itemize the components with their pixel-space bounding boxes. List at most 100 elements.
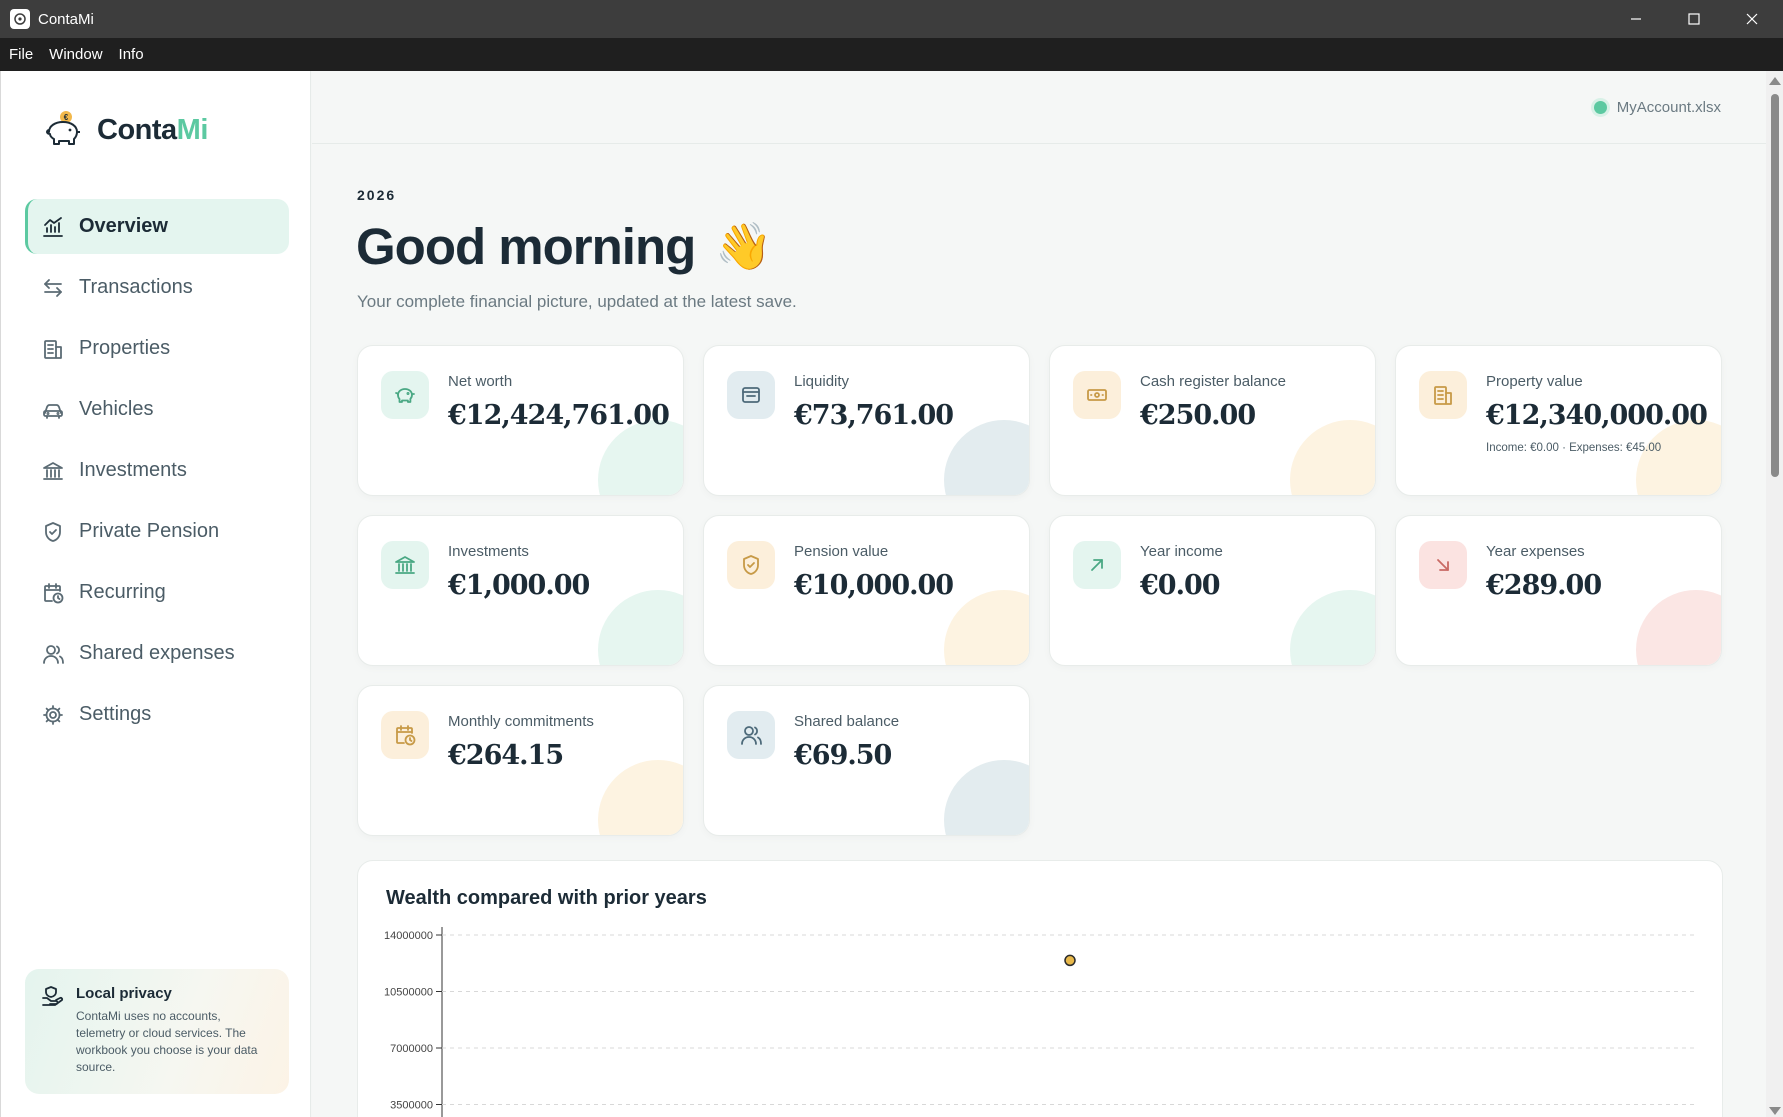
card-decoration <box>598 420 683 495</box>
sidebar-item-private-pension[interactable]: Private Pension <box>25 504 289 559</box>
cash-icon <box>1073 371 1121 419</box>
card-liquidity[interactable]: Liquidity €73,761.00 <box>703 345 1030 496</box>
shield-icon <box>41 520 65 544</box>
wallet-icon <box>727 371 775 419</box>
shield-check-icon <box>727 541 775 589</box>
brand-logo[interactable]: € ContaMi <box>41 108 208 152</box>
sidebar-item-overview[interactable]: Overview <box>25 199 289 254</box>
sidebar-item-label: Properties <box>79 337 171 359</box>
card-label: Year income <box>1140 543 1223 560</box>
sidebar-item-label: Transactions <box>79 276 193 298</box>
card-decoration <box>1290 590 1375 665</box>
title-bar: ContaMi <box>0 0 1783 38</box>
card-value: €12,424,761.00 <box>448 400 670 431</box>
greeting-text: Good morning <box>356 218 696 275</box>
piggy-bank-icon <box>381 371 429 419</box>
card-value: €1,000.00 <box>448 570 590 601</box>
card-shared-balance[interactable]: Shared balance €69.50 <box>703 685 1030 836</box>
sidebar-item-label: Investments <box>79 459 187 481</box>
brand-name: ContaMi <box>97 113 208 146</box>
card-value: €0.00 <box>1140 570 1221 601</box>
card-label: Year expenses <box>1486 543 1585 560</box>
close-icon <box>1746 13 1758 25</box>
building-icon <box>41 337 65 361</box>
file-indicator[interactable]: MyAccount.xlsx <box>1593 99 1721 116</box>
card-label: Shared balance <box>794 713 900 730</box>
minimize-icon <box>1631 18 1641 20</box>
scroll-thumb[interactable] <box>1771 94 1779 477</box>
file-name: MyAccount.xlsx <box>1616 99 1721 116</box>
calendar-clock-icon <box>381 711 429 759</box>
close-button[interactable] <box>1723 0 1781 38</box>
card-decoration <box>1636 420 1721 495</box>
sidebar-item-label: Private Pension <box>79 520 220 542</box>
page-title: Good morning 👋 <box>356 217 773 276</box>
card-label: Monthly commitments <box>448 713 594 730</box>
card-decoration <box>598 760 683 835</box>
card-investments[interactable]: Investments €1,000.00 <box>357 515 684 666</box>
status-dot-icon <box>1593 101 1607 114</box>
vertical-scrollbar[interactable] <box>1766 71 1783 1117</box>
card-decoration <box>1636 590 1721 665</box>
wealth-chart: 14000000 10500000 7000000 3500000 <box>384 927 1698 1117</box>
window-title: ContaMi <box>38 10 94 28</box>
card-label: Net worth <box>448 373 513 390</box>
data-point <box>1064 954 1076 967</box>
card-net-worth[interactable]: Net worth €12,424,761.00 <box>357 345 684 496</box>
sidebar: € ContaMi Overview Transactions Properti… <box>0 71 311 1117</box>
bank-icon <box>381 541 429 589</box>
y-tick-label: 7000000 <box>390 1043 433 1055</box>
card-label: Pension value <box>794 543 889 560</box>
menu-file[interactable]: File <box>0 46 41 63</box>
building-icon <box>1419 371 1467 419</box>
card-label: Liquidity <box>794 373 850 390</box>
card-property-value[interactable]: Property value €12,340,000.00 Income: €0… <box>1395 345 1722 496</box>
card-label: Investments <box>448 543 529 560</box>
app-icon <box>10 9 30 29</box>
arrow-up-right-icon <box>1073 541 1121 589</box>
menu-info[interactable]: Info <box>111 46 152 63</box>
card-pension-value[interactable]: Pension value €10,000.00 <box>703 515 1030 666</box>
scroll-down-icon[interactable] <box>1769 1107 1781 1115</box>
card-year-expenses[interactable]: Year expenses €289.00 <box>1395 515 1722 666</box>
maximize-icon <box>1688 13 1700 25</box>
y-tick-label: 10500000 <box>384 987 433 999</box>
sidebar-item-vehicles[interactable]: Vehicles <box>25 382 289 437</box>
card-year-income[interactable]: Year income €0.00 <box>1049 515 1376 666</box>
sidebar-item-recurring[interactable]: Recurring <box>25 565 289 620</box>
card-decoration <box>944 760 1029 835</box>
year-label: 2026 <box>357 187 397 203</box>
sidebar-item-properties[interactable]: Properties <box>25 321 289 376</box>
card-label: Cash register balance <box>1140 373 1286 390</box>
main-content: MyAccount.xlsx 2026 Good morning 👋 Your … <box>312 71 1766 1117</box>
minimize-button[interactable] <box>1607 0 1665 38</box>
page-subtitle: Your complete financial picture, updated… <box>357 292 797 311</box>
chart-title: Wealth compared with prior years <box>386 887 707 909</box>
wealth-chart-card: Wealth compared with prior years 1400000… <box>357 860 1723 1117</box>
sidebar-item-transactions[interactable]: Transactions <box>25 260 289 315</box>
menu-bar: File Window Info <box>0 38 1783 71</box>
card-cash-register[interactable]: Cash register balance €250.00 <box>1049 345 1376 496</box>
card-value: €250.00 <box>1140 400 1256 431</box>
y-tick-label: 3500000 <box>390 1100 433 1112</box>
sidebar-item-investments[interactable]: Investments <box>25 443 289 498</box>
scroll-up-icon[interactable] <box>1769 77 1781 85</box>
card-value: €12,340,000.00 <box>1486 400 1708 431</box>
menu-window[interactable]: Window <box>41 46 110 63</box>
swap-icon <box>41 276 65 300</box>
piggy-bank-logo-icon: € <box>46 111 80 145</box>
card-monthly-commitments[interactable]: Monthly commitments €264.15 <box>357 685 684 836</box>
maximize-button[interactable] <box>1665 0 1723 38</box>
sidebar-item-label: Shared expenses <box>79 642 235 664</box>
sidebar-item-label: Recurring <box>79 581 166 603</box>
sidebar-item-shared-expenses[interactable]: Shared expenses <box>25 626 289 681</box>
sidebar-item-settings[interactable]: Settings <box>25 687 289 742</box>
users-icon <box>727 711 775 759</box>
calendar-clock-icon <box>41 581 65 605</box>
sidebar-item-label: Overview <box>79 215 168 237</box>
sidebar-item-label: Vehicles <box>79 398 154 420</box>
privacy-notice: Local privacy ContaMi uses no accounts, … <box>25 969 289 1094</box>
privacy-text: ContaMi uses no accounts, telemetry or c… <box>76 1009 258 1074</box>
car-icon <box>41 398 65 422</box>
top-strip: MyAccount.xlsx <box>312 71 1766 144</box>
